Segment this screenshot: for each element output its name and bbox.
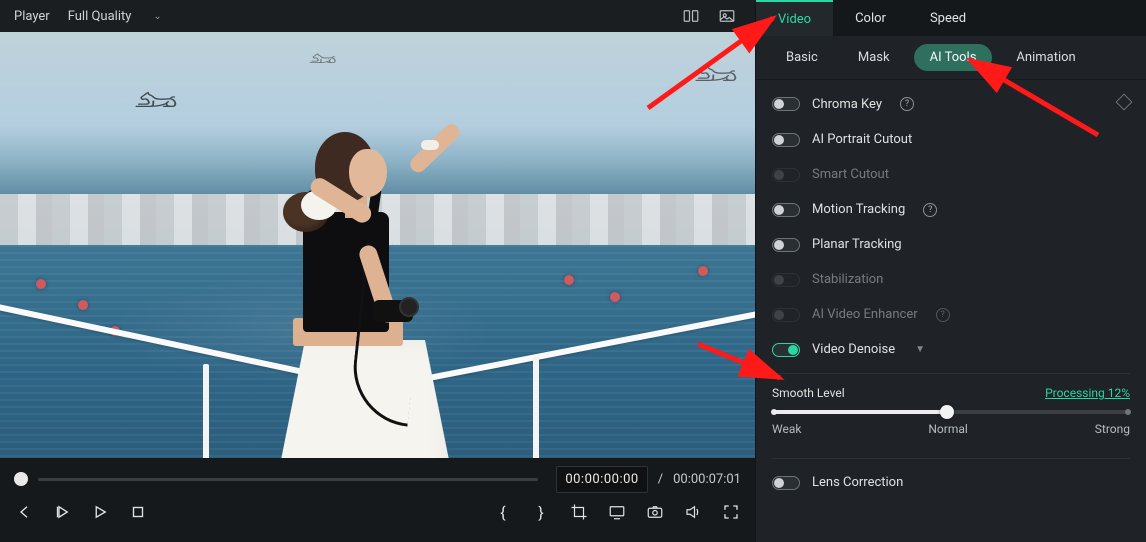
toggle-stabilization (772, 273, 800, 287)
progress-bar[interactable] (38, 478, 538, 481)
tool-stabilization: Stabilization (756, 262, 1146, 297)
toggle-motion-tracking[interactable] (772, 203, 800, 217)
tab-color[interactable]: Color (833, 0, 908, 36)
tool-ai-portrait[interactable]: AI Portrait Cutout (756, 122, 1146, 157)
tool-video-denoise[interactable]: Video Denoise ▼ (756, 332, 1146, 367)
prev-frame-button[interactable] (14, 502, 34, 522)
smooth-slider[interactable] (774, 410, 1128, 414)
help-icon[interactable]: ? (923, 203, 937, 217)
ai-tools-list: Chroma Key ? AI Portrait Cutout Smart Cu… (756, 80, 1146, 542)
inspector-main-tabs: Video Color Speed (756, 0, 1146, 36)
play-pause-button[interactable] (52, 502, 72, 522)
display-icon[interactable] (607, 502, 627, 522)
smooth-level-label: Smooth Level (772, 386, 845, 400)
total-time: 00:00:07:01 (673, 472, 741, 487)
tool-ai-enhancer: AI Video Enhancer ? (756, 297, 1146, 332)
tool-motion-tracking[interactable]: Motion Tracking ? (756, 192, 1146, 227)
player-label: Player (14, 9, 50, 24)
chevron-down-icon[interactable]: ▼ (915, 344, 925, 355)
slider-normal-label: Normal (928, 422, 967, 436)
toggle-planar-tracking[interactable] (772, 238, 800, 252)
camera-icon[interactable] (645, 502, 665, 522)
bird-icon: 𐦐 (309, 50, 337, 69)
slider-weak-label: Weak (772, 422, 801, 436)
help-icon: ? (936, 308, 950, 322)
video-preview[interactable]: 𐦐 𐦐 𐦐 (0, 32, 755, 458)
volume-icon[interactable] (683, 502, 703, 522)
mark-out-icon[interactable]: } (531, 502, 551, 522)
toggle-chroma-key[interactable] (772, 97, 800, 111)
subtab-ai-tools[interactable]: AI Tools (914, 44, 993, 71)
inspector-sub-tabs: Basic Mask AI Tools Animation (756, 36, 1146, 80)
tool-chroma-key[interactable]: Chroma Key ? (756, 86, 1146, 122)
tool-lens-correction[interactable]: Lens Correction (756, 465, 1146, 500)
chevron-down-icon: ⌄ (153, 11, 161, 22)
keyframe-icon[interactable] (1116, 94, 1133, 111)
slider-handle[interactable] (940, 405, 954, 419)
time-separator: / (658, 472, 663, 487)
subtab-mask[interactable]: Mask (842, 44, 906, 71)
tool-smart-cutout: Smart Cutout (756, 157, 1146, 192)
compare-grid-icon[interactable] (681, 8, 701, 24)
subtab-basic[interactable]: Basic (770, 44, 834, 71)
person-illustration (245, 94, 445, 458)
subtab-animation[interactable]: Animation (1000, 44, 1091, 71)
toggle-lens-correction[interactable] (772, 476, 800, 490)
toggle-smart-cutout (772, 168, 800, 182)
stop-button[interactable] (128, 502, 148, 522)
bird-icon: 𐦐 (694, 62, 738, 91)
toggle-video-denoise[interactable] (772, 343, 800, 357)
tab-speed[interactable]: Speed (908, 0, 988, 36)
fullscreen-icon[interactable] (721, 502, 741, 522)
player-topbar: Player Full Quality ⌄ (0, 0, 755, 32)
toggle-ai-portrait[interactable] (772, 133, 800, 147)
playhead-handle[interactable] (14, 472, 28, 486)
slider-strong-label: Strong (1095, 422, 1130, 436)
play-button[interactable] (90, 502, 110, 522)
tool-planar-tracking[interactable]: Planar Tracking (756, 227, 1146, 262)
help-icon[interactable]: ? (900, 97, 914, 111)
quality-value: Full Quality (68, 9, 132, 24)
processing-status[interactable]: Processing 12% (1045, 386, 1130, 400)
player-controls: 00:00:00:00 / 00:00:07:01 (0, 458, 755, 542)
bird-icon: 𐦐 (134, 88, 178, 117)
denoise-smooth-block: Smooth Level Processing 12% Weak Normal … (756, 380, 1146, 444)
mark-in-icon[interactable]: { (493, 502, 513, 522)
snapshot-image-icon[interactable] (717, 8, 737, 24)
crop-icon[interactable] (569, 502, 589, 522)
toggle-ai-enhancer (772, 308, 800, 322)
tab-video[interactable]: Video (756, 0, 833, 36)
quality-dropdown[interactable]: Full Quality ⌄ (62, 7, 168, 26)
current-time[interactable]: 00:00:00:00 (556, 466, 647, 493)
